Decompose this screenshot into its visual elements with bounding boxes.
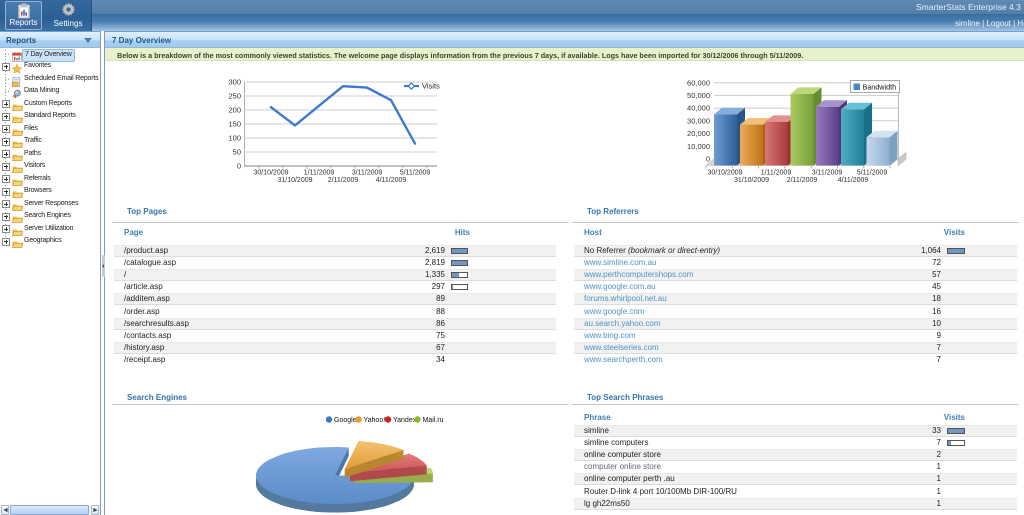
svg-text:50: 50 [233,148,241,157]
svg-text:10,000: 10,000 [687,142,710,151]
svg-text:30/10/2009: 30/10/2009 [707,170,742,177]
svg-text:Yandex: Yandex [393,417,417,424]
svg-text:1/11/2009: 1/11/2009 [761,170,792,177]
svg-text:2/11/2009: 2/11/2009 [328,177,359,184]
svg-text:30/10/2009: 30/10/2009 [253,170,288,177]
svg-text:Google: Google [334,417,357,424]
svg-text:250: 250 [228,92,241,101]
svg-text:60,000: 60,000 [687,78,710,87]
svg-text:40,000: 40,000 [687,104,710,113]
svg-text:4/11/2009: 4/11/2009 [376,177,407,184]
svg-text:0: 0 [237,162,241,171]
svg-text:Bandwidth: Bandwidth [863,83,897,92]
svg-text:5/11/2009: 5/11/2009 [857,170,888,177]
svg-text:31/10/2009: 31/10/2009 [277,177,312,184]
svg-text:3/11/2009: 3/11/2009 [352,170,383,177]
svg-text:50,000: 50,000 [687,91,710,100]
svg-text:5/11/2009: 5/11/2009 [400,170,431,177]
svg-text:Mail.ru: Mail.ru [423,417,444,424]
svg-text:Yahoo!: Yahoo! [364,417,386,424]
svg-text:0: 0 [706,155,710,164]
svg-text:200: 200 [228,106,241,115]
svg-text:1/11/2009: 1/11/2009 [304,170,335,177]
svg-text:Visits: Visits [422,82,440,91]
svg-text:4/11/2009: 4/11/2009 [838,177,869,184]
svg-text:20,000: 20,000 [687,129,710,138]
svg-text:3/11/2009: 3/11/2009 [812,170,843,177]
svg-text:31/10/2009: 31/10/2009 [734,177,769,184]
svg-text:2/11/2009: 2/11/2009 [787,177,818,184]
svg-text:300: 300 [228,78,241,87]
svg-text:30,000: 30,000 [687,116,710,125]
svg-text:100: 100 [228,134,241,143]
svg-text:150: 150 [228,120,241,129]
